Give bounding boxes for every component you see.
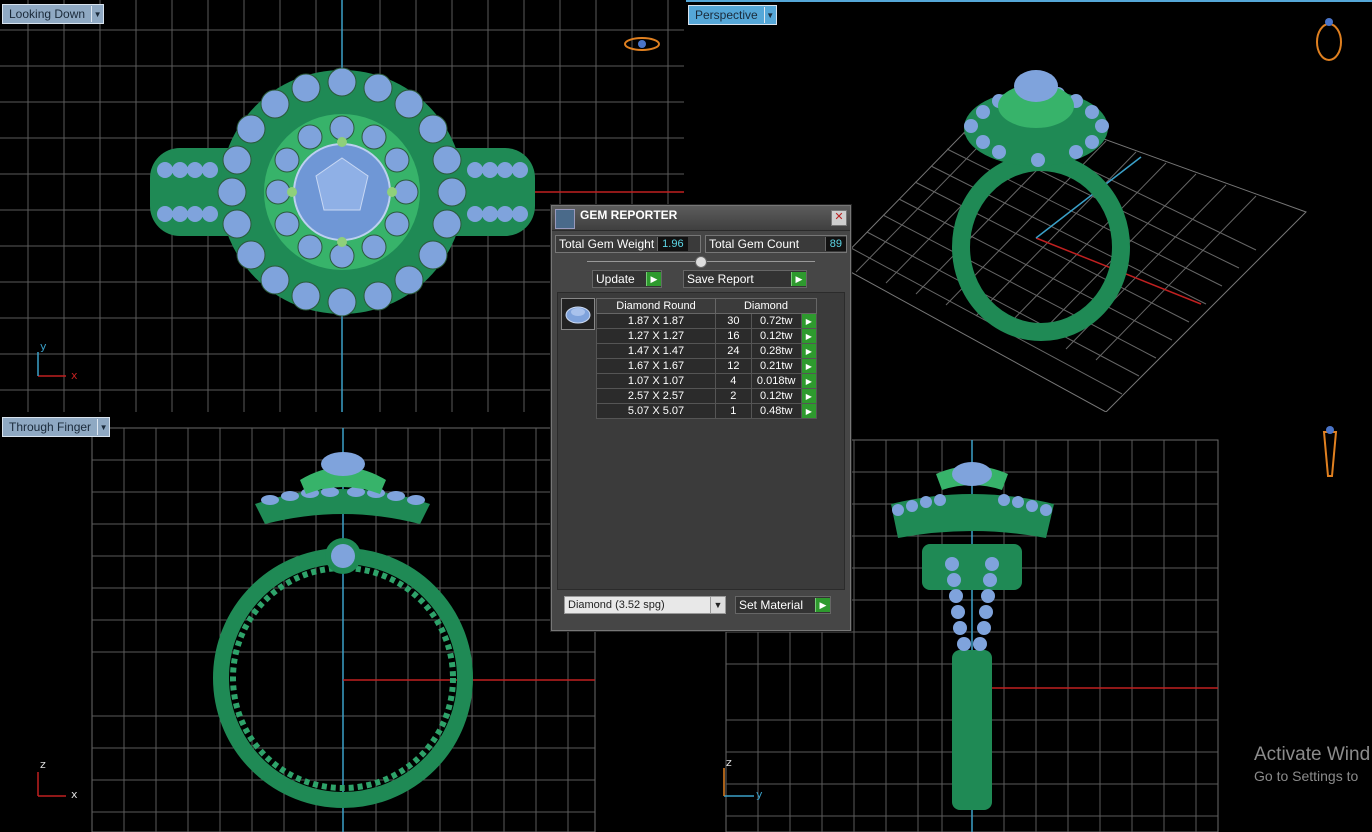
gem-weight: 0.018tw <box>750 373 802 389</box>
play-arrow-icon[interactable]: ▶ <box>800 328 818 344</box>
total-gem-weight-label: Total Gem Weight <box>559 237 655 251</box>
axis-x-label: x <box>71 369 78 382</box>
gem-count: 4 <box>715 373 752 389</box>
gem-table-area: Diamond Round Diamond 1.87 X 1.87 30 0.7… <box>557 292 845 590</box>
viewport-label-looking-down[interactable]: Looking Down ▼ <box>2 4 105 24</box>
close-icon[interactable]: ✕ <box>831 210 847 226</box>
viewport-label-text: Through Finger <box>9 420 92 434</box>
watermark-line-1: Activate Wind <box>1254 744 1371 765</box>
viewport-label-perspective[interactable]: Perspective ▼ <box>688 5 777 25</box>
chevron-down-icon[interactable]: ▼ <box>763 7 776 23</box>
table-row[interactable]: 1.47 X 1.47 24 0.28tw ▶ <box>596 343 818 359</box>
gem-weight: 0.48tw <box>750 403 802 419</box>
play-arrow-icon[interactable]: ▶ <box>800 358 818 374</box>
gem-count: 2 <box>715 388 752 404</box>
gem-weight: 0.12tw <box>750 328 802 344</box>
table-row[interactable]: 1.27 X 1.27 16 0.12tw ▶ <box>596 328 818 344</box>
gem-count: 24 <box>715 343 752 359</box>
gem-reporter-panel[interactable]: GEM REPORTER ✕ Total Gem Weight 1.96 Tot… <box>551 205 851 631</box>
update-button-label: Update <box>596 272 635 286</box>
chevron-down-icon[interactable]: ▼ <box>97 419 110 435</box>
gem-thumbnail[interactable] <box>561 298 595 330</box>
play-arrow-icon: ▶ <box>646 272 661 286</box>
table-row[interactable]: 1.07 X 1.07 4 0.018tw ▶ <box>596 373 818 389</box>
viewport-label-text: Perspective <box>695 8 758 22</box>
viewport-label-through-finger[interactable]: Through Finger ▼ <box>2 417 111 437</box>
gem-table: Diamond Round Diamond 1.87 X 1.87 30 0.7… <box>596 298 818 419</box>
gem-size: 1.07 X 1.07 <box>596 373 716 389</box>
total-gem-count: Total Gem Count 89 <box>705 235 847 253</box>
gem-weight: 0.28tw <box>750 343 802 359</box>
play-arrow-icon[interactable]: ▶ <box>800 403 818 419</box>
diamond-icon <box>565 306 591 324</box>
gem-size: 1.67 X 1.67 <box>596 358 716 374</box>
axis-x-label: x <box>71 788 78 801</box>
gem-count: 12 <box>715 358 752 374</box>
activation-watermark: Activate Wind Go to Settings to <box>1254 744 1370 784</box>
save-report-button[interactable]: Save Report ▶ <box>683 270 807 288</box>
viewport-label-text: Looking Down <box>9 7 86 21</box>
header-material: Diamond <box>715 298 817 314</box>
gem-weight: 0.12tw <box>750 388 802 404</box>
gem-count: 30 <box>715 313 752 329</box>
save-report-button-label: Save Report <box>687 272 754 286</box>
chevron-down-icon[interactable]: ▼ <box>710 597 725 613</box>
gem-size: 1.27 X 1.27 <box>596 328 716 344</box>
total-gem-count-value: 89 <box>824 237 846 251</box>
gem-weight: 0.72tw <box>750 313 802 329</box>
gem-count: 16 <box>715 328 752 344</box>
axis-z-label: z <box>726 756 732 769</box>
play-arrow-icon[interactable]: ▶ <box>800 373 818 389</box>
axis-y-label: y <box>40 340 47 353</box>
set-material-button-label: Set Material <box>739 598 804 612</box>
gem-reporter-app-icon <box>555 209 575 229</box>
gem-size: 1.47 X 1.47 <box>596 343 716 359</box>
table-row[interactable]: 1.67 X 1.67 12 0.21tw ▶ <box>596 358 818 374</box>
gem-size: 1.87 X 1.87 <box>596 313 716 329</box>
total-gem-weight: Total Gem Weight 1.96 <box>555 235 701 253</box>
play-arrow-icon[interactable]: ▶ <box>800 388 818 404</box>
play-arrow-icon: ▶ <box>815 598 830 612</box>
collapse-handle[interactable] <box>695 256 707 268</box>
gem-weight: 0.21tw <box>750 358 802 374</box>
table-row[interactable]: 5.07 X 5.07 1 0.48tw ▶ <box>596 403 818 419</box>
gem-size: 5.07 X 5.07 <box>596 403 716 419</box>
axis-y-label: y <box>756 788 763 801</box>
update-button[interactable]: Update ▶ <box>592 270 662 288</box>
play-arrow-icon: ▶ <box>791 272 806 286</box>
total-gem-weight-value: 1.96 <box>657 237 688 251</box>
table-row[interactable]: 2.57 X 2.57 2 0.12tw ▶ <box>596 388 818 404</box>
total-gem-count-label: Total Gem Count <box>709 237 800 251</box>
table-row[interactable]: 1.87 X 1.87 30 0.72tw ▶ <box>596 313 818 329</box>
material-select[interactable]: Diamond (3.52 spg) ▼ <box>564 596 726 614</box>
watermark-line-2: Go to Settings to <box>1254 768 1359 784</box>
set-material-button[interactable]: Set Material ▶ <box>735 596 831 614</box>
material-select-value: Diamond (3.52 spg) <box>568 599 665 611</box>
gem-reporter-title: GEM REPORTER <box>580 208 678 222</box>
gem-reporter-titlebar[interactable]: GEM REPORTER ✕ <box>552 206 850 231</box>
gem-size: 2.57 X 2.57 <box>596 388 716 404</box>
gem-table-header: Diamond Round Diamond <box>596 298 817 314</box>
play-arrow-icon[interactable]: ▶ <box>800 343 818 359</box>
play-arrow-icon[interactable]: ▶ <box>800 313 818 329</box>
axis-z-label: z <box>40 758 46 771</box>
chevron-down-icon[interactable]: ▼ <box>91 6 104 22</box>
header-shape: Diamond Round <box>596 298 716 314</box>
gem-count: 1 <box>715 403 752 419</box>
